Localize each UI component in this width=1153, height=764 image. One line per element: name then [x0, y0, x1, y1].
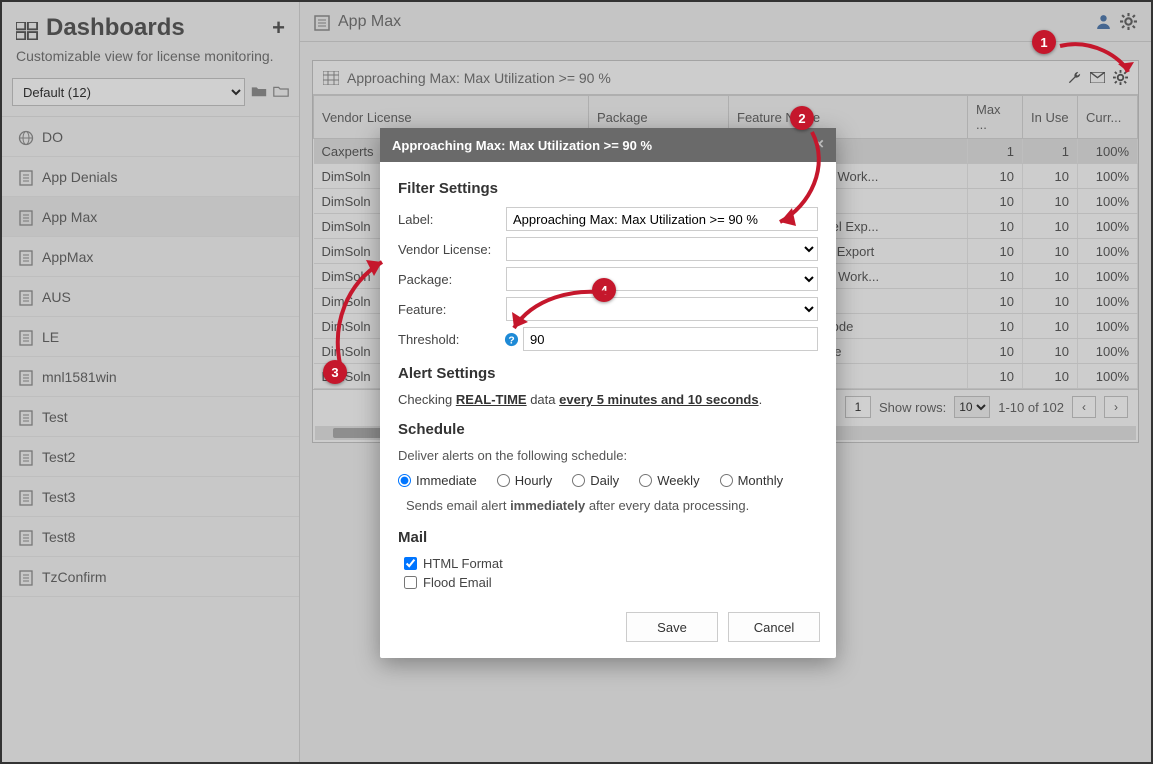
rows-select[interactable]: 10 [954, 396, 990, 418]
alert-settings-heading: Alert Settings [398, 365, 818, 382]
mail-icon[interactable] [1090, 70, 1105, 85]
sidebar-item-label: Test2 [42, 449, 75, 465]
sidebar: Dashboards + Customizable view for licen… [2, 2, 300, 762]
dashboards-icon [16, 19, 38, 37]
sidebar-item-label: TzConfirm [42, 569, 107, 585]
schedule-radio-group: Immediate Hourly Daily Weekly Monthly [398, 473, 818, 488]
save-button[interactable]: Save [626, 612, 718, 642]
doc-icon [314, 15, 330, 29]
grid-icon [323, 71, 339, 85]
close-icon[interactable]: × [815, 136, 824, 154]
radio-hourly[interactable]: Hourly [497, 473, 553, 488]
radio-immediate[interactable]: Immediate [398, 473, 477, 488]
user-icon[interactable] [1095, 13, 1112, 30]
showrows-label: Show rows: [879, 400, 946, 415]
panel-title: Approaching Max: Max Utilization >= 90 % [347, 70, 611, 86]
globe-icon [18, 130, 34, 144]
vendor-license-label: Vendor License: [398, 242, 506, 257]
sidebar-item-label: Test3 [42, 489, 75, 505]
sidebar-title: Dashboards [16, 14, 272, 42]
column-header[interactable]: In Use [1023, 96, 1078, 139]
doc-icon [18, 290, 34, 304]
feature-label: Feature: [398, 302, 506, 317]
flood-email-checkbox[interactable]: Flood Email [404, 575, 818, 590]
sidebar-item-tzconfirm[interactable]: TzConfirm [2, 557, 299, 597]
sidebar-item-do[interactable]: DO [2, 117, 299, 157]
wrench-icon[interactable] [1067, 70, 1082, 85]
sidebar-item-label: mnl1581win [42, 369, 117, 385]
mail-heading: Mail [398, 529, 818, 546]
dashboard-selector[interactable]: Default (12) [12, 78, 245, 106]
sidebar-item-app-denials[interactable]: App Denials [2, 157, 299, 197]
add-dashboard-button[interactable]: + [272, 15, 285, 41]
sidebar-item-label: LE [42, 329, 59, 345]
label-label: Label: [398, 212, 506, 227]
sidebar-item-label: DO [42, 129, 63, 145]
doc-icon [18, 410, 34, 424]
threshold-label: Threshold: [398, 332, 506, 347]
doc-icon [18, 570, 34, 584]
schedule-heading: Schedule [398, 421, 818, 438]
folder-icon[interactable] [273, 85, 289, 99]
schedule-desc: Deliver alerts on the following schedule… [398, 448, 818, 463]
doc-icon [18, 490, 34, 504]
doc-icon [18, 450, 34, 464]
doc-icon [18, 330, 34, 344]
package-select[interactable] [506, 267, 818, 291]
filter-settings-heading: Filter Settings [398, 180, 818, 197]
vendor-license-select[interactable] [506, 237, 818, 261]
gear-icon[interactable] [1120, 13, 1137, 30]
html-format-checkbox[interactable]: HTML Format [404, 556, 818, 571]
cancel-button[interactable]: Cancel [728, 612, 820, 642]
page-range: 1-10 of 102 [998, 400, 1064, 415]
sidebar-item-app-max[interactable]: App Max [2, 197, 299, 237]
svg-text:?: ? [508, 335, 514, 346]
sidebar-item-test2[interactable]: Test2 [2, 437, 299, 477]
alert-check-line: Checking REAL-TIME data every 5 minutes … [398, 392, 818, 407]
sidebar-list: DO App Denials App Max AppMax AUS LE mnl1581wi… [2, 117, 299, 597]
next-page-button[interactable]: › [1104, 396, 1128, 418]
radio-monthly[interactable]: Monthly [720, 473, 784, 488]
feature-select[interactable] [506, 297, 818, 321]
threshold-input[interactable] [523, 327, 818, 351]
sidebar-item-test[interactable]: Test [2, 397, 299, 437]
settings-modal: Approaching Max: Max Utilization >= 90 %… [380, 128, 836, 658]
sidebar-item-label: Test [42, 409, 68, 425]
modal-header: Approaching Max: Max Utilization >= 90 %… [380, 128, 836, 162]
sidebar-item-appmax[interactable]: AppMax [2, 237, 299, 277]
page-title: App Max [338, 13, 401, 31]
sidebar-item-label: App Denials [42, 169, 118, 185]
doc-icon [18, 170, 34, 184]
package-label: Package: [398, 272, 506, 287]
sidebar-item-mnl1581win[interactable]: mnl1581win [2, 357, 299, 397]
doc-icon [18, 210, 34, 224]
sidebar-item-label: Test8 [42, 529, 75, 545]
send-note: Sends email alert immediately after ever… [406, 498, 818, 513]
sidebar-item-test8[interactable]: Test8 [2, 517, 299, 557]
radio-weekly[interactable]: Weekly [639, 473, 699, 488]
sidebar-item-le[interactable]: LE [2, 317, 299, 357]
radio-daily[interactable]: Daily [572, 473, 619, 488]
sidebar-item-label: App Max [42, 209, 97, 225]
label-input[interactable] [506, 207, 818, 231]
sidebar-item-label: AUS [42, 289, 71, 305]
sidebar-subtitle: Customizable view for license monitoring… [2, 48, 299, 78]
panel-gear-icon[interactable] [1113, 70, 1128, 85]
sidebar-item-label: AppMax [42, 249, 93, 265]
sidebar-item-test3[interactable]: Test3 [2, 477, 299, 517]
main-header: App Max [300, 2, 1151, 42]
doc-icon [18, 370, 34, 384]
prev-page-button[interactable]: ‹ [1072, 396, 1096, 418]
doc-icon [18, 530, 34, 544]
modal-title: Approaching Max: Max Utilization >= 90 % [392, 138, 652, 153]
page-input[interactable] [845, 396, 871, 418]
column-header[interactable]: Curr... [1078, 96, 1138, 139]
help-icon[interactable]: ? [504, 332, 519, 347]
doc-icon [18, 250, 34, 264]
sidebar-item-aus[interactable]: AUS [2, 277, 299, 317]
column-header[interactable]: Max ... [968, 96, 1023, 139]
folder-open-icon[interactable] [251, 85, 267, 99]
